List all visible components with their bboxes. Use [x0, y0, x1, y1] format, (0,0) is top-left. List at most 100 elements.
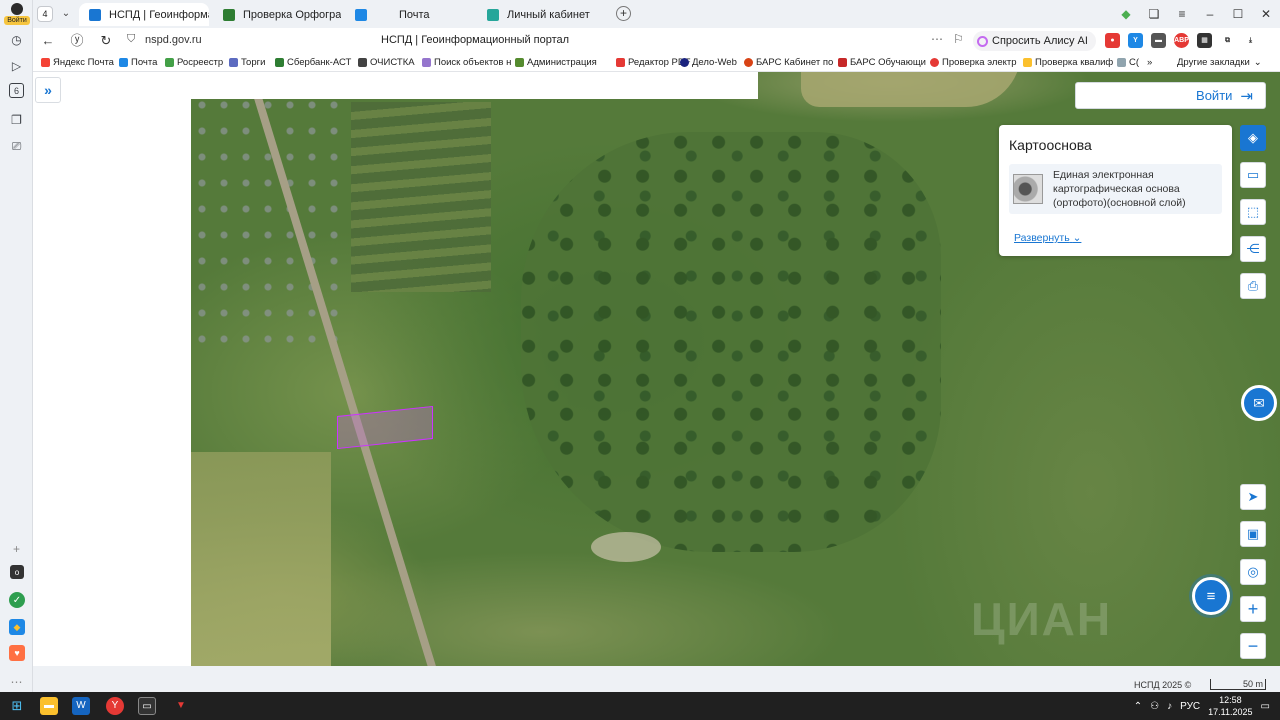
- more-dots-icon[interactable]: ⋯: [931, 32, 943, 46]
- chat-button[interactable]: ≡: [1192, 577, 1230, 615]
- back-arrow-icon[interactable]: ←: [39, 32, 57, 50]
- basemap-panel: Картооснова Единая электронная картограф…: [999, 125, 1232, 256]
- palette-icon[interactable]: ◆: [1112, 0, 1140, 28]
- tray-chevron-icon[interactable]: ⌃: [1134, 701, 1142, 712]
- cabinet-favicon-icon: [487, 8, 499, 21]
- close-window-button[interactable]: ✕: [1252, 0, 1280, 28]
- ext-blue-icon[interactable]: ◆: [9, 619, 25, 635]
- bookmark-item[interactable]: Администрация: [515, 57, 597, 68]
- ext-orange-icon[interactable]: ♥: [9, 645, 25, 661]
- profile-login-label: Войти: [4, 16, 30, 25]
- file-explorer-icon[interactable]: ▬: [40, 697, 58, 715]
- folder-icon: [1023, 58, 1032, 67]
- clearing-area: [591, 532, 661, 562]
- locate-button[interactable]: ➤: [1240, 484, 1266, 510]
- terminal-icon[interactable]: ▭: [138, 697, 156, 715]
- tab-label: Почта: [399, 8, 430, 21]
- bookmark-item[interactable]: Почта: [119, 57, 157, 68]
- spellcheck-favicon-icon: [223, 8, 235, 21]
- collections-icon[interactable]: ❐: [7, 110, 26, 129]
- url-text[interactable]: nspd.gov.ru: [145, 34, 202, 46]
- yandex-icon[interactable]: ⓨ: [68, 32, 86, 50]
- reload-icon[interactable]: ↻: [97, 32, 115, 50]
- bookmark-item[interactable]: БАРС Кабинет по: [744, 57, 833, 68]
- basemap-layer-item[interactable]: Единая электронная картографическая осно…: [1009, 164, 1222, 214]
- more-dots-icon[interactable]: ⋯: [7, 672, 26, 691]
- app-arrow-icon[interactable]: ▼: [172, 697, 190, 715]
- login-button[interactable]: Войти ⇥: [1075, 82, 1266, 109]
- extensions-icon[interactable]: ⧉: [1220, 33, 1235, 48]
- screenshot-icon[interactable]: ⎚: [7, 137, 26, 156]
- chevron-down-icon: ⌄: [1072, 232, 1082, 244]
- bookmark-label: Почта: [131, 57, 158, 68]
- expand-panel-button[interactable]: »: [35, 77, 61, 103]
- bookmark-icon[interactable]: ⚐: [953, 32, 964, 46]
- ext-o-icon[interactable]: o: [10, 565, 24, 579]
- bookmark-item[interactable]: Росреестр: [165, 57, 223, 68]
- minimize-button[interactable]: –: [1196, 0, 1224, 28]
- map-status-bar: НСПД 2025 © 50 m: [33, 678, 1280, 692]
- bookmark-item[interactable]: Поиск объектов н: [422, 57, 511, 68]
- play-icon[interactable]: ▷: [7, 56, 26, 75]
- tab-nspd[interactable]: НСПД | Геоинформаци ✕: [79, 3, 209, 26]
- bookmark-item[interactable]: ОЧИСТКА: [358, 57, 415, 68]
- check-icon[interactable]: ✓: [9, 592, 25, 608]
- check-sign-icon: [930, 58, 939, 67]
- new-tab-button[interactable]: +: [616, 6, 631, 21]
- profile-avatar[interactable]: Войти: [4, 3, 30, 27]
- bookmarks-panel-icon[interactable]: ❏: [1140, 0, 1168, 28]
- ext-hat-icon[interactable]: ▬: [1151, 33, 1166, 48]
- bookmarks-bar: Яндекс Почта Почта Росреестр Торги Сберб…: [33, 54, 1280, 72]
- expand-basemap-link[interactable]: Развернуть ⌄: [1014, 232, 1081, 244]
- bookmark-label: Поиск объектов н: [434, 57, 512, 68]
- basemap-title: Картооснова: [1009, 137, 1092, 153]
- add-panel-icon[interactable]: +: [7, 539, 26, 558]
- print-button[interactable]: ⎙: [1240, 273, 1266, 299]
- maximize-button[interactable]: ☐: [1224, 0, 1252, 28]
- bookmark-item[interactable]: Торги: [229, 57, 265, 68]
- yandex-browser-icon[interactable]: Y: [106, 697, 124, 715]
- word-icon[interactable]: W: [72, 697, 90, 715]
- other-bookmarks-button[interactable]: Другие закладки ⌄: [1177, 57, 1262, 68]
- left-panel: »: [33, 72, 191, 666]
- geolocation-button[interactable]: ◎: [1240, 559, 1266, 585]
- ask-alice-button[interactable]: Спросить Алису AI: [973, 31, 1096, 51]
- notifications-icon[interactable]: ▭: [1261, 701, 1270, 712]
- bookmark-item[interactable]: БАРС Обучающи: [838, 57, 926, 68]
- tab-mail[interactable]: Почта: [345, 3, 475, 26]
- badge-counter[interactable]: 6: [9, 83, 24, 98]
- tab-spellcheck[interactable]: Проверка Орфографии и: [213, 3, 341, 26]
- zoom-in-button[interactable]: +: [1240, 596, 1266, 622]
- windows-start-icon[interactable]: ⊞: [8, 697, 26, 715]
- clock[interactable]: 12:58 17.11.2025: [1208, 694, 1252, 718]
- adblock-icon[interactable]: ABP: [1174, 33, 1189, 48]
- bookmark-item[interactable]: Яндекс Почта: [41, 57, 114, 68]
- tab-count-badge[interactable]: 4: [37, 6, 53, 22]
- ext-y-icon[interactable]: Y: [1128, 33, 1143, 48]
- bookmark-item[interactable]: С(: [1117, 57, 1139, 68]
- menu-icon[interactable]: ≡: [1168, 0, 1196, 28]
- chevron-down-icon[interactable]: ⌄: [57, 5, 75, 23]
- select-area-button[interactable]: ⬚: [1240, 199, 1266, 225]
- bookmark-item[interactable]: Дело-Web: [680, 57, 737, 68]
- zoom-out-button[interactable]: −: [1240, 633, 1266, 659]
- download-icon[interactable]: ⤓: [1243, 33, 1258, 48]
- tab-cabinet[interactable]: Личный кабинет: [477, 3, 607, 26]
- bookmarks-more-button[interactable]: »: [1147, 57, 1152, 68]
- screen-button[interactable]: ▣: [1240, 521, 1266, 547]
- language-indicator[interactable]: РУС: [1180, 701, 1200, 712]
- history-icon[interactable]: ◷: [7, 30, 26, 49]
- mail-icon: [119, 58, 128, 67]
- ext-red-icon[interactable]: ●: [1105, 33, 1120, 48]
- bookmark-item[interactable]: Проверка электр: [930, 57, 1017, 68]
- bookmark-item[interactable]: Проверка квалиф: [1023, 57, 1113, 68]
- ext-grid-icon[interactable]: ▦: [1197, 33, 1212, 48]
- omnibox[interactable]: ⛉ nspd.gov.ru НСПД | Геоинформационный п…: [119, 30, 999, 52]
- network-icon[interactable]: ⚇: [1150, 701, 1159, 712]
- share-button[interactable]: ⋲: [1240, 236, 1266, 262]
- volume-icon[interactable]: ♪: [1167, 701, 1172, 712]
- ruler-button[interactable]: ▭: [1240, 162, 1266, 188]
- assistant-button[interactable]: ✉: [1241, 385, 1277, 421]
- layers-button[interactable]: ◈: [1240, 125, 1266, 151]
- bookmark-item[interactable]: Сбербанк-АСТ: [275, 57, 351, 68]
